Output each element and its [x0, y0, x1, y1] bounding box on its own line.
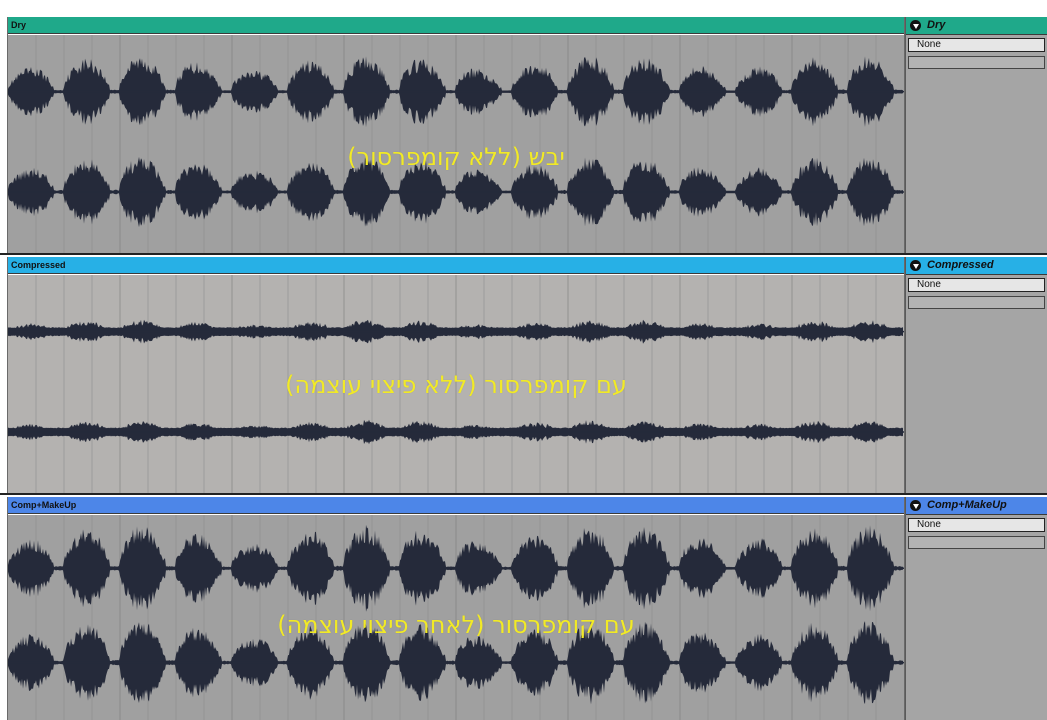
fold-triangle-icon[interactable] — [910, 20, 921, 31]
track-title-dry[interactable]: Dry — [906, 17, 1047, 35]
track-name-dry: Dry — [927, 19, 946, 31]
clip-compressed[interactable]: Compressed עם קומפרסור (ללא פיצוי עוצמה) — [7, 257, 905, 493]
top-edge — [0, 0, 1047, 14]
track-panel-dry: Dry None — [905, 17, 1047, 253]
empty-field-compressed[interactable] — [908, 296, 1045, 309]
track-title-compressed[interactable]: Compressed — [906, 257, 1047, 275]
waveform-compressed — [8, 275, 904, 493]
waveform-comp-makeup — [8, 515, 904, 720]
clip-header-dry[interactable]: Dry — [8, 17, 904, 34]
clip-body-compressed[interactable]: עם קומפרסור (ללא פיצוי עוצמה) — [8, 275, 904, 493]
clip-body-dry[interactable]: יבש (ללא קומפרסור) — [8, 35, 904, 253]
waveform-dry — [8, 35, 904, 253]
track-divider — [0, 253, 1047, 255]
track-panel-comp-makeup: Comp+MakeUp None — [905, 497, 1047, 720]
fold-triangle-icon[interactable] — [910, 260, 921, 271]
input-dropdown-compressed[interactable]: None — [908, 278, 1045, 292]
clip-header-compressed[interactable]: Compressed — [8, 257, 904, 274]
empty-field-comp-makeup[interactable] — [908, 536, 1045, 549]
track-panel-compressed: Compressed None — [905, 257, 1047, 493]
input-dropdown-dry[interactable]: None — [908, 38, 1045, 52]
clip-comp-makeup[interactable]: Comp+MakeUp עם קומפרסור (לאחר פיצוי עוצמ… — [7, 497, 905, 720]
track-title-comp-makeup[interactable]: Comp+MakeUp — [906, 497, 1047, 515]
track-name-compressed: Compressed — [927, 259, 994, 271]
fold-triangle-icon[interactable] — [910, 500, 921, 511]
track-name-comp-makeup: Comp+MakeUp — [927, 499, 1007, 511]
track-divider — [0, 493, 1047, 495]
empty-field-dry[interactable] — [908, 56, 1045, 69]
clip-header-comp-makeup[interactable]: Comp+MakeUp — [8, 497, 904, 514]
clip-dry[interactable]: Dry יבש (ללא קומפרסור) — [7, 17, 905, 253]
clip-body-comp-makeup[interactable]: עם קומפרסור (לאחר פיצוי עוצמה) — [8, 515, 904, 720]
input-dropdown-comp-makeup[interactable]: None — [908, 518, 1045, 532]
